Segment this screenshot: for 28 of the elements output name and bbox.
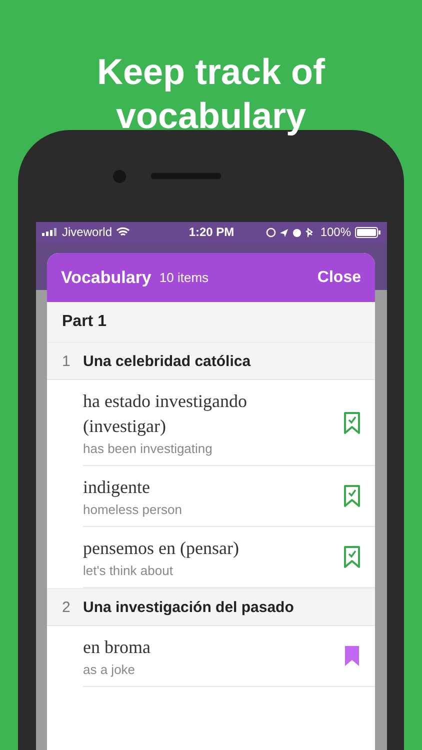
section-title: Una celebridad católica <box>83 352 251 370</box>
close-button[interactable]: Close <box>317 268 361 286</box>
item-count: 10 items <box>159 270 210 285</box>
translation: as a joke <box>83 662 136 677</box>
vocabulary-word: indigente <box>83 476 151 499</box>
battery-percent: 100% <box>320 225 352 239</box>
battery-icon <box>355 226 382 238</box>
translation: has been investigating <box>83 441 214 456</box>
sheet-title: Vocabulary <box>61 268 152 288</box>
translation: homeless person <box>83 502 183 517</box>
headline: vocabulary <box>116 94 306 138</box>
status-time: 1:20 PM <box>188 225 234 239</box>
section-number: 2 <box>61 598 72 616</box>
translation: let's think about <box>83 563 174 578</box>
bookmark-check-icon[interactable] <box>343 545 361 569</box>
headline: Keep track of <box>96 50 326 94</box>
section-number: 1 <box>61 352 72 370</box>
vocabulary-word: ha estado investigando (investigar) <box>83 390 248 438</box>
bookmark-check-icon[interactable] <box>343 484 361 508</box>
part-heading: Part 1 <box>47 302 375 342</box>
bookmark-check-icon[interactable] <box>343 410 361 434</box>
signal-icon <box>42 228 58 236</box>
bookmark-icon[interactable] <box>343 644 361 668</box>
section-title: Una investigación del pasado <box>83 598 294 616</box>
wifi-icon <box>116 227 130 237</box>
carrier-name: Jiveworld <box>62 225 112 239</box>
vocabulary-word: en broma <box>83 636 152 659</box>
vocabulary-word: pensemos en (pensar) <box>83 537 240 560</box>
